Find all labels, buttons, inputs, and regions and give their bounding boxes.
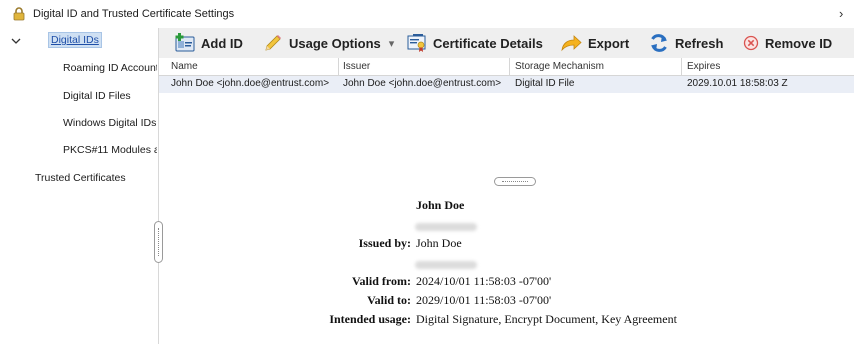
tree-item-digital-ids[interactable]: Digital IDs xyxy=(48,32,102,48)
column-header-issuer[interactable]: Issuer xyxy=(343,61,370,72)
export-label: Export xyxy=(588,35,630,51)
refresh-button[interactable]: Refresh xyxy=(649,28,723,58)
intended-usage-label: Intended usage: xyxy=(329,312,411,326)
tree-item-label: Digital IDs xyxy=(51,34,99,46)
lock-icon xyxy=(13,7,25,21)
column-header-storage-mechanism[interactable]: Storage Mechanism xyxy=(515,61,604,72)
add-id-button[interactable]: Add ID xyxy=(175,28,243,58)
column-divider[interactable] xyxy=(509,58,510,76)
column-header-expires[interactable]: Expires xyxy=(687,61,720,72)
tree-item-digital-id-files[interactable]: Digital ID Files xyxy=(63,90,157,102)
usage-options-button[interactable]: Usage Options ▾ xyxy=(263,28,394,58)
issued-by-value: John Doe xyxy=(416,236,462,250)
chevron-down-icon[interactable] xyxy=(10,35,22,47)
table-row[interactable]: John Doe <john.doe@entrust.com> John Doe… xyxy=(159,76,854,93)
redacted-text xyxy=(415,261,477,269)
valid-to-value: 2029/10/01 11:58:03 -07'00' xyxy=(416,293,552,307)
add-id-label: Add ID xyxy=(201,35,243,51)
refresh-label: Refresh xyxy=(675,35,724,51)
pencil-icon xyxy=(265,35,281,51)
remove-id-label: Remove ID xyxy=(765,35,833,51)
remove-id-button[interactable]: Remove ID xyxy=(743,28,832,58)
details-name: John Doe xyxy=(416,198,465,212)
column-header-name[interactable]: Name xyxy=(171,61,198,72)
column-divider[interactable] xyxy=(338,58,339,76)
cell-issuer: John Doe <john.doe@entrust.com> xyxy=(343,78,502,89)
settings-tree: Digital IDs Roaming ID Accounts Digital … xyxy=(0,28,158,344)
valid-from-label: Valid from: xyxy=(351,274,411,288)
valid-to-label: Valid to: xyxy=(367,293,411,307)
toolbar: Add ID Usage Options ▾ Certificate Detai… xyxy=(159,28,854,58)
issued-by-label: Issued by: xyxy=(358,236,411,250)
export-arrow-icon xyxy=(561,35,582,52)
chevron-down-icon: ▾ xyxy=(388,37,395,50)
tree-item-roaming-id-accounts[interactable]: Roaming ID Accounts xyxy=(63,62,157,74)
add-id-icon xyxy=(175,33,195,52)
tree-item-pkcs11-modules[interactable]: PKCS#11 Modules anc xyxy=(63,144,157,156)
tree-item-windows-digital-ids[interactable]: Windows Digital IDs xyxy=(63,117,157,129)
chevron-right-icon[interactable]: › xyxy=(839,6,843,21)
valid-from-value: 2024/10/01 11:58:03 -07'00' xyxy=(416,274,552,288)
window-title: Digital ID and Trusted Certificate Setti… xyxy=(33,8,235,20)
cell-expires: 2029.10.01 18:58:03 Z xyxy=(687,78,788,89)
remove-icon xyxy=(743,35,759,51)
cell-storage-mechanism: Digital ID File xyxy=(515,78,575,89)
pane-resize-handle[interactable] xyxy=(494,177,536,186)
table-header: Name Issuer Storage Mechanism Expires xyxy=(159,58,854,76)
usage-options-label: Usage Options xyxy=(289,35,381,51)
refresh-icon xyxy=(651,34,667,52)
certificate-details-label: Certificate Details xyxy=(433,35,543,51)
title-bar: Digital ID and Trusted Certificate Setti… xyxy=(0,0,854,28)
tree-item-trusted-certificates[interactable]: Trusted Certificates xyxy=(35,172,126,184)
export-button[interactable]: Export xyxy=(560,28,629,58)
cell-name: John Doe <john.doe@entrust.com> xyxy=(171,78,330,89)
certificate-details-button[interactable]: Certificate Details xyxy=(407,28,543,58)
redacted-text xyxy=(415,223,477,231)
column-divider[interactable] xyxy=(681,58,682,76)
splitter-handle[interactable] xyxy=(154,221,163,263)
certificate-icon xyxy=(407,34,426,52)
intended-usage-value: Digital Signature, Encrypt Document, Key… xyxy=(416,312,677,326)
